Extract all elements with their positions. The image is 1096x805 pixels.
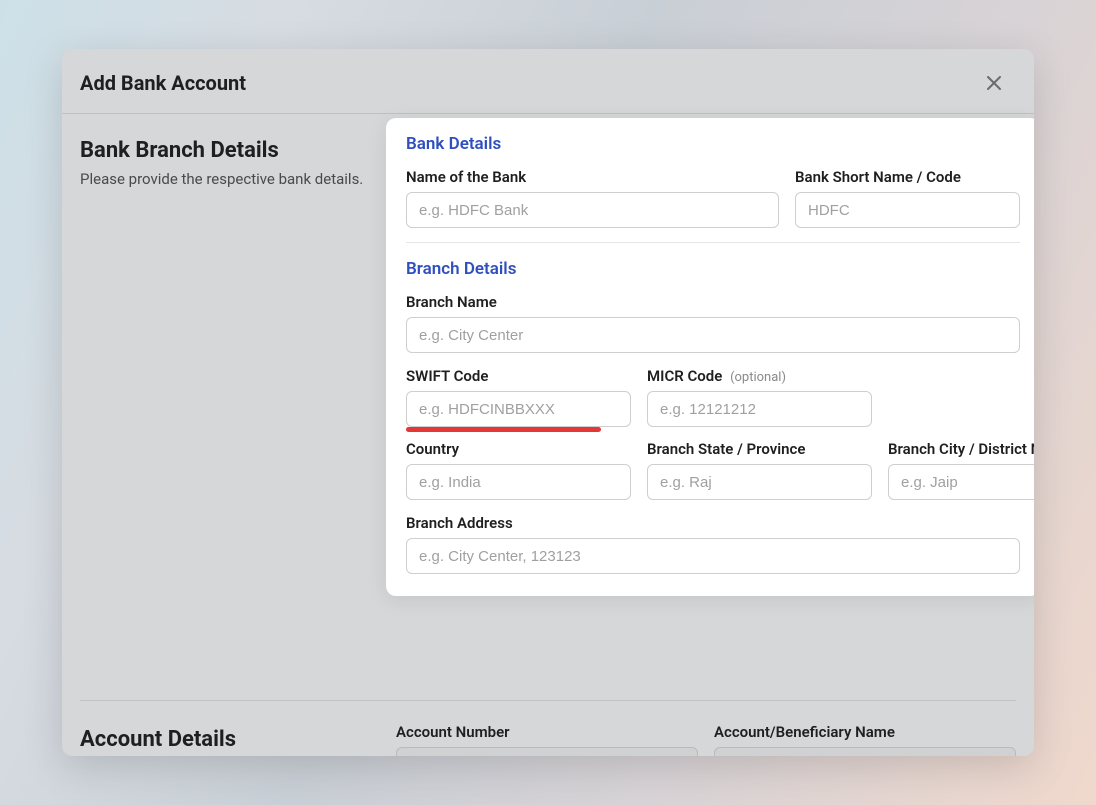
swift-label: SWIFT Code — [406, 367, 631, 385]
branch-address-input[interactable] — [406, 538, 1020, 574]
close-icon — [986, 75, 1002, 91]
beneficiary-input[interactable] — [714, 747, 1016, 756]
bank-code-input[interactable] — [795, 192, 1020, 228]
state-input[interactable] — [647, 464, 872, 500]
micr-input[interactable] — [647, 391, 872, 427]
bank-branch-desc: Please provide the respective bank detai… — [80, 169, 396, 190]
branch-details-heading: Branch Details — [406, 259, 1020, 279]
account-title: Account Details — [80, 727, 396, 752]
branch-name-field: Branch Name — [406, 293, 1020, 353]
bank-code-label: Bank Short Name / Code — [795, 168, 1020, 186]
beneficiary-field: Account/Beneficiary Name — [714, 723, 1016, 756]
account-right: Account Number Account/Beneficiary Name — [396, 723, 1016, 756]
beneficiary-label: Account/Beneficiary Name — [714, 723, 1016, 741]
bank-branch-left: Bank Branch Details Please provide the r… — [80, 134, 396, 190]
modal-body: Bank Branch Details Please provide the r… — [62, 114, 1034, 756]
micr-label-text: MICR Code — [647, 367, 722, 385]
bank-details-card: Bank Details Name of the Bank Bank Short… — [386, 118, 1034, 596]
account-number-label: Account Number — [396, 723, 698, 741]
state-field: Branch State / Province — [647, 440, 872, 500]
country-field: Country — [406, 440, 631, 500]
micr-label: MICR Code (optional) — [647, 367, 872, 385]
branch-address-field: Branch Address — [406, 514, 1020, 574]
account-left: Account Details Please provide your bank… — [80, 723, 396, 756]
modal-title: Add Bank Account — [80, 71, 246, 95]
close-button[interactable] — [982, 71, 1006, 95]
bank-name-label: Name of the Bank — [406, 168, 779, 186]
swift-input[interactable] — [406, 391, 631, 427]
account-number-input[interactable] — [396, 747, 698, 756]
bank-details-heading: Bank Details — [406, 134, 1020, 154]
bank-name-field: Name of the Bank — [406, 168, 779, 228]
bank-branch-title: Bank Branch Details — [80, 138, 396, 163]
branch-name-input[interactable] — [406, 317, 1020, 353]
country-label: Country — [406, 440, 631, 458]
account-number-field: Account Number — [396, 723, 698, 756]
swift-error-indicator — [406, 427, 601, 432]
micr-optional: (optional) — [730, 370, 786, 385]
micr-field: MICR Code (optional) — [647, 367, 872, 427]
add-bank-account-modal: Add Bank Account Bank Branch Details Ple… — [62, 49, 1034, 756]
modal-header: Add Bank Account — [62, 49, 1034, 114]
branch-name-label: Branch Name — [406, 293, 1020, 311]
city-input[interactable] — [888, 464, 1034, 500]
country-input[interactable] — [406, 464, 631, 500]
state-label: Branch State / Province — [647, 440, 872, 458]
account-section: Account Details Please provide your bank… — [62, 701, 1034, 756]
swift-field: SWIFT Code — [406, 367, 631, 427]
bank-name-input[interactable] — [406, 192, 779, 228]
bank-code-field: Bank Short Name / Code — [795, 168, 1020, 228]
city-label: Branch City / District Name — [888, 440, 1034, 458]
city-field: Branch City / District Name — [888, 440, 1034, 500]
branch-address-label: Branch Address — [406, 514, 1020, 532]
card-divider — [406, 242, 1020, 243]
